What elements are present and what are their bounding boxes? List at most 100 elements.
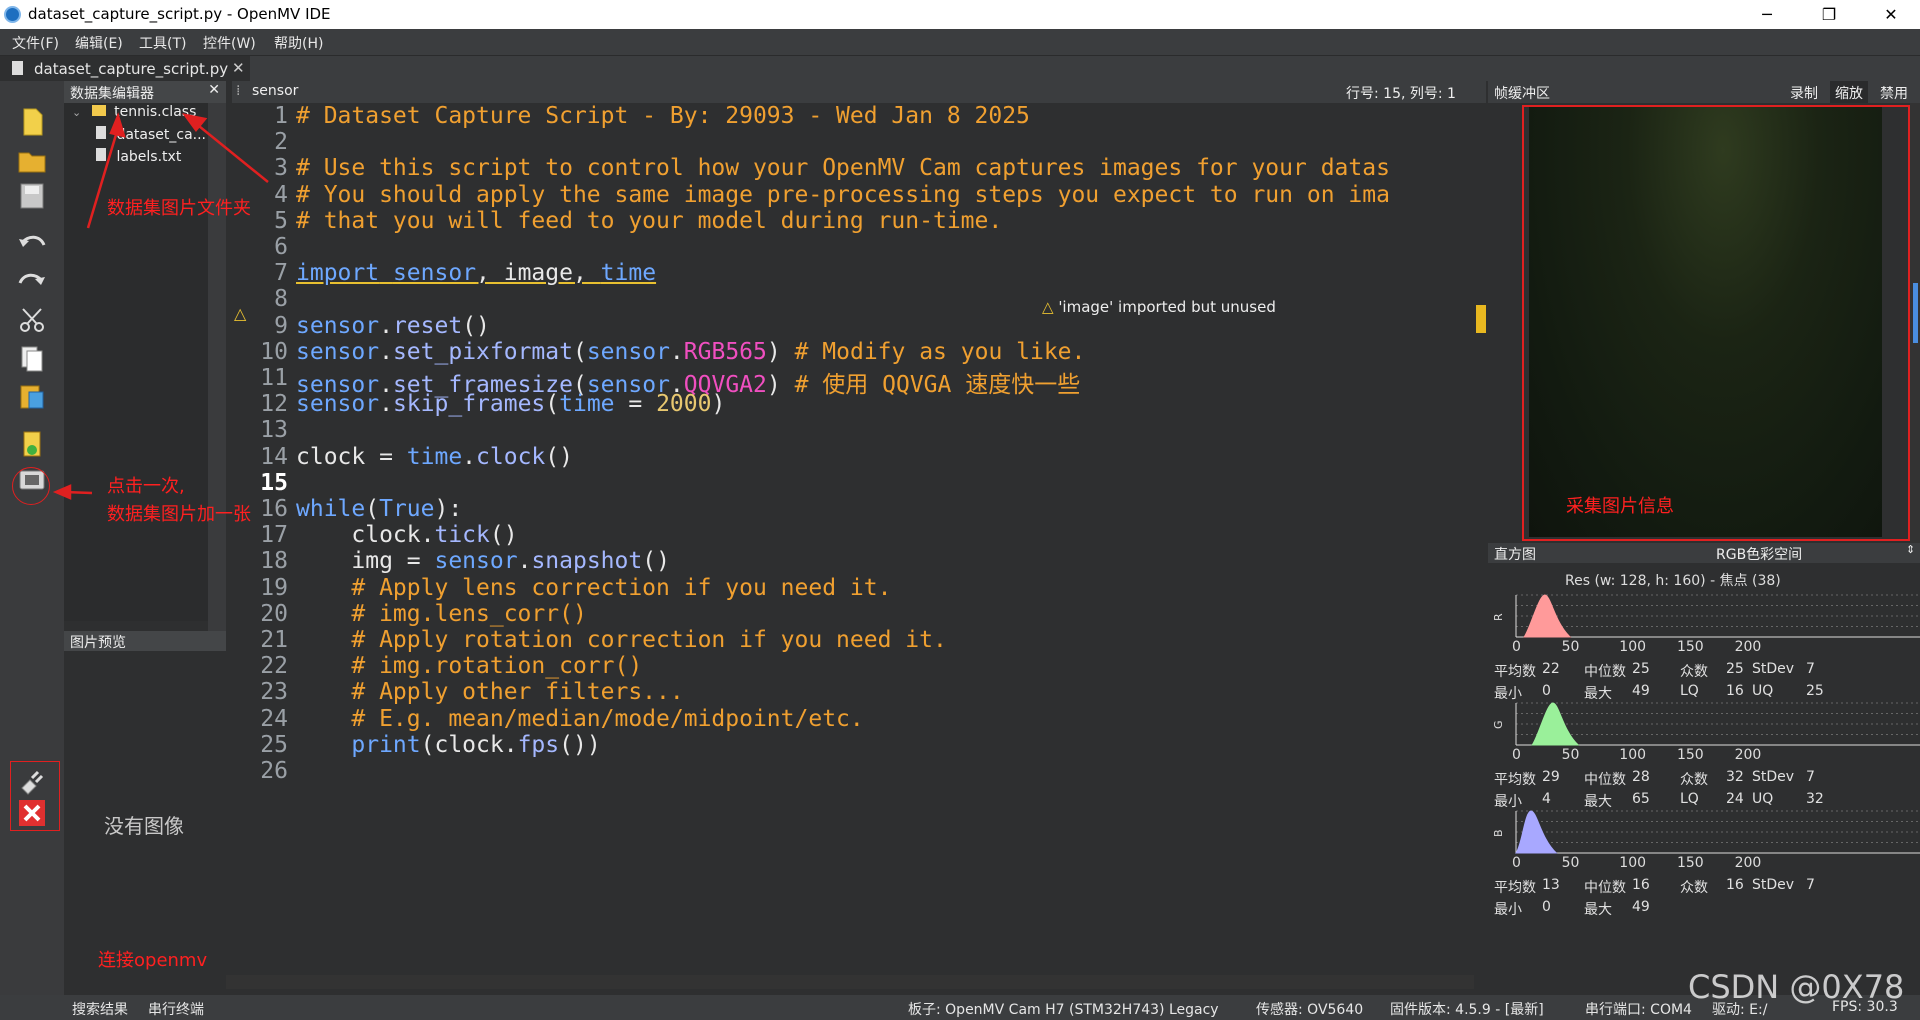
stat-label: StDev: [1752, 877, 1795, 893]
save-icon[interactable]: [16, 181, 48, 211]
stat-value: 13: [1542, 877, 1560, 893]
tree-item-label: dataset_ca...: [116, 127, 207, 143]
histogram-b: B 0 50 100 150 200 平均数 13 中位数 16 众数 16 StDev 7 最小 0 最大 49: [1488, 805, 1920, 918]
dataset-editor-title: 数据集编辑器: [70, 86, 154, 102]
code-line[interactable]: # Apply rotation correction if you need …: [296, 627, 946, 653]
line-number: 18: [260, 548, 288, 575]
menu-file[interactable]: 文件(F): [12, 33, 59, 53]
tree-item-label: tennis.class: [114, 104, 197, 120]
code-line[interactable]: sensor.reset(): [296, 313, 490, 339]
new-file-icon[interactable]: [16, 107, 48, 137]
redo-icon[interactable]: [16, 267, 48, 297]
colorspace-select[interactable]: RGB色彩空间: [1716, 544, 1802, 564]
code-line[interactable]: sensor.set_pixformat(sensor.RGB565) # Mo…: [296, 339, 1085, 365]
stat-value: 16: [1632, 877, 1650, 893]
code-line[interactable]: print(clock.fps()): [296, 732, 600, 758]
annotation-click-line2: 数据集图片加一张: [107, 504, 251, 525]
tree-item-folder[interactable]: ⌄ tennis.class: [72, 104, 196, 120]
restore-button[interactable]: ❐: [1800, 0, 1858, 29]
editor-horizontal-scrollbar[interactable]: [226, 975, 1474, 989]
close-tab-icon[interactable]: ✕: [232, 59, 245, 77]
serial-terminal-tab[interactable]: 串行终端: [148, 999, 204, 1019]
menu-help[interactable]: 帮助(H): [274, 33, 323, 53]
line-number: 15: [260, 469, 288, 496]
line-number: 19: [260, 574, 288, 601]
scroll-thumb[interactable]: [1913, 283, 1918, 343]
paste-icon[interactable]: [16, 381, 48, 411]
axis-tick-label: 100: [1619, 747, 1646, 761]
code-line[interactable]: sensor.skip_frames(time = 2000): [296, 391, 725, 417]
annotation-click-line1: 点击一次,: [107, 476, 185, 497]
tree-item-file[interactable]: labels.txt: [96, 148, 181, 165]
channel-label: B: [1492, 829, 1505, 837]
tree-scrollbar[interactable]: [208, 103, 226, 631]
tree-item-file[interactable]: dataset_ca...: [96, 126, 206, 143]
framebuffer-scrollbar[interactable]: [1910, 103, 1920, 543]
stat-value: 7: [1806, 661, 1815, 677]
code-line[interactable]: import sensor, image, time: [296, 260, 656, 286]
copy-icon[interactable]: [16, 343, 48, 373]
code-line[interactable]: # You should apply the same image pre-pr…: [296, 182, 1390, 208]
file-tab[interactable]: dataset_capture_script.py ✕: [0, 56, 250, 82]
minimize-button[interactable]: ─: [1738, 0, 1796, 29]
code-line[interactable]: while(True):: [296, 496, 462, 522]
channel-label: G: [1492, 720, 1505, 729]
menu-tools[interactable]: 工具(T): [139, 33, 186, 53]
axis-tick-label: 50: [1562, 747, 1580, 761]
code-line[interactable]: # that you will feed to your model durin…: [296, 208, 1002, 234]
title-bar: dataset_capture_script.py - OpenMV IDE ─…: [0, 0, 1920, 29]
code-line[interactable]: # Dataset Capture Script - By: 29093 - W…: [296, 103, 1030, 129]
line-number: 3: [274, 155, 288, 182]
stat-label: 众数: [1680, 772, 1708, 788]
menu-widgets[interactable]: 控件(W): [203, 33, 256, 53]
cut-icon[interactable]: [16, 305, 48, 335]
axis-tick-label: 0: [1512, 639, 1521, 653]
code-line[interactable]: # E.g. mean/median/mode/midpoint/etc.: [296, 706, 863, 732]
open-folder-icon[interactable]: [16, 145, 48, 175]
folder-icon: [91, 105, 106, 116]
zoom-button[interactable]: 缩放: [1830, 81, 1868, 103]
axis-tick-label: 150: [1677, 855, 1704, 869]
code-line[interactable]: clock.tick(): [296, 522, 517, 548]
search-results-tab[interactable]: 搜索结果: [72, 999, 128, 1019]
editor-vertical-scrollbar[interactable]: [1474, 103, 1488, 978]
board-info: 板子: OpenMV Cam H7 (STM32H743) Legacy: [908, 1002, 1219, 1018]
framebuffer-title: 帧缓冲区: [1494, 86, 1550, 102]
code-line[interactable]: # Use this script to control how your Op…: [296, 155, 1390, 181]
connect-highlight-box: [10, 761, 60, 831]
histogram-chart: G 0 50 100 150 200: [1492, 702, 1920, 763]
stat-value: 7: [1806, 769, 1815, 785]
histogram-title: 直方图: [1494, 547, 1536, 563]
editor-symbol-selector[interactable]: sensor: [252, 83, 298, 99]
code-line[interactable]: clock = time.clock(): [296, 444, 573, 470]
axis-tick-label: 50: [1562, 855, 1580, 869]
code-line[interactable]: # img.lens_corr(): [296, 601, 586, 627]
undo-icon[interactable]: [16, 229, 48, 259]
stat-label: 平均数: [1494, 664, 1536, 680]
dataset-new-class-icon[interactable]: [16, 429, 48, 459]
grip-icon: ⁞: [236, 83, 241, 99]
code-line[interactable]: # Apply lens correction if you need it.: [296, 575, 891, 601]
inline-warning: △ 'image' imported but unused: [1042, 298, 1276, 316]
code-line[interactable]: img = sensor.snapshot(): [296, 548, 670, 574]
left-toolbar: [0, 81, 64, 1020]
warning-icon: △: [1042, 298, 1059, 316]
line-number: 11: [260, 365, 288, 391]
stat-value: 16: [1726, 877, 1744, 893]
code-line[interactable]: # img.rotation_corr(): [296, 653, 642, 679]
disable-button[interactable]: 禁用: [1880, 83, 1908, 103]
histogram-header: 直方图 RGB色彩空间 ⇕: [1488, 543, 1920, 563]
line-number: 2: [274, 129, 288, 156]
menu-edit[interactable]: 编辑(E): [75, 33, 123, 53]
close-window-button[interactable]: ✕: [1862, 0, 1920, 29]
stat-value: 0: [1542, 899, 1551, 915]
close-panel-icon[interactable]: ✕: [208, 82, 220, 98]
stat-label: 众数: [1680, 880, 1708, 896]
code-editor[interactable]: 1 # Dataset Capture Script - By: 29093 - …: [226, 103, 1474, 975]
record-button[interactable]: 录制: [1790, 83, 1818, 103]
stat-value: 7: [1806, 877, 1815, 893]
file-tab-label: dataset_capture_script.py: [34, 60, 229, 78]
code-line[interactable]: # Apply other filters...: [296, 679, 683, 705]
line-number: 20: [260, 600, 288, 627]
axis-tick-label: 100: [1619, 855, 1646, 869]
